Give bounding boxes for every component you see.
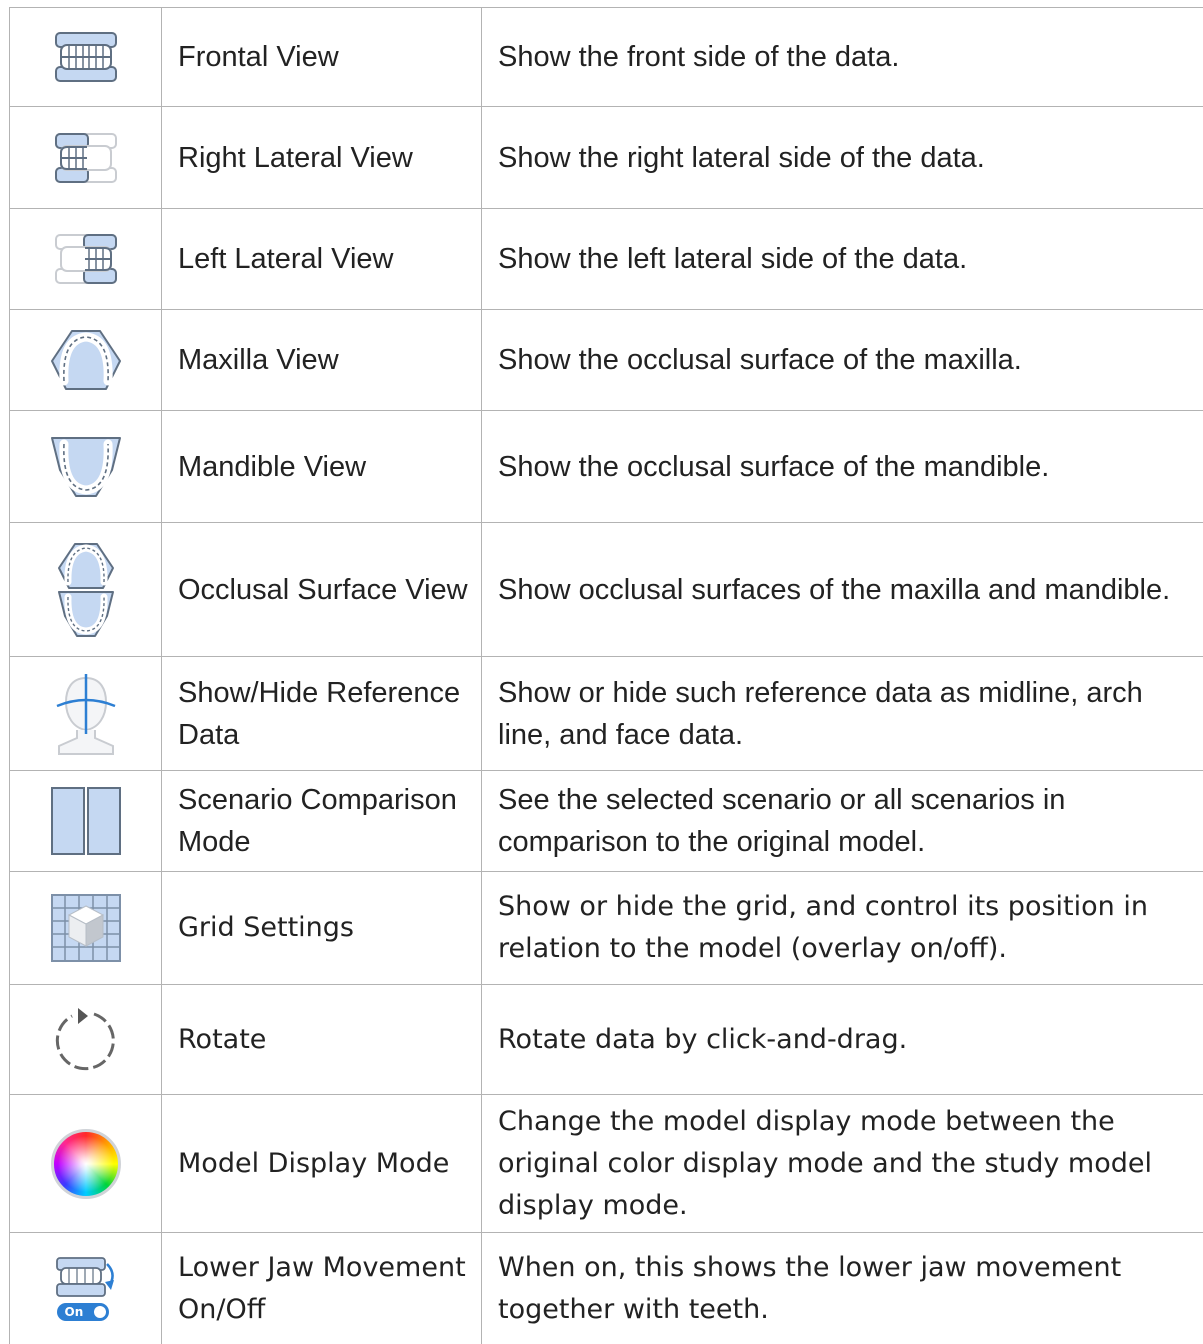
tool-description: Show the right lateral side of the data. <box>498 141 985 174</box>
color-wheel-icon <box>50 1128 121 1199</box>
tool-name: Frontal View <box>178 41 339 73</box>
toggle-label: On <box>64 1304 84 1319</box>
table-row: Mandible View Show the occlusal surface … <box>9 411 1203 523</box>
scenario-comparison-icon <box>50 787 121 855</box>
tool-name: Rotate <box>178 1023 267 1055</box>
tool-description: Show the occlusal surface of the mandibl… <box>498 450 1050 483</box>
tool-name: Left Lateral View <box>178 243 394 275</box>
tool-description: Rotate data by click-and-drag. <box>498 1023 908 1055</box>
frontal-view-icon <box>54 32 117 82</box>
tool-name: Model Display Mode <box>178 1147 450 1179</box>
reference-data-icon <box>56 673 115 755</box>
tool-name: Lower Jaw Movement On/Off <box>178 1251 466 1325</box>
tool-name: Grid Settings <box>178 912 354 943</box>
tool-description: Show the front side of the data. <box>498 41 900 73</box>
table-row: On Lower Jaw Movement On/Off When on, th… <box>9 1233 1203 1344</box>
tool-description: Change the model display mode between th… <box>498 1105 1152 1221</box>
tool-name: Scenario Comparison Mode <box>178 784 457 858</box>
table-row: Rotate Rotate data by click-and-drag. <box>9 985 1203 1095</box>
tool-description: See the selected scenario or all scenari… <box>498 784 1066 858</box>
tool-name: Right Lateral View <box>178 141 413 174</box>
table-row: Grid Settings Show or hide the grid, and… <box>9 872 1203 985</box>
tool-name: Mandible View <box>178 450 367 483</box>
left-lateral-view-icon <box>54 234 117 284</box>
tool-description: Show or hide such reference data as midl… <box>498 676 1143 751</box>
table-row: Show/Hide Reference Data Show or hide su… <box>9 657 1203 771</box>
tool-description: Show the left lateral side of the data. <box>498 243 968 275</box>
table-row: Scenario Comparison Mode See the selecte… <box>9 771 1203 872</box>
table-row: Right Lateral View Show the right latera… <box>9 107 1203 209</box>
table-row: Frontal View Show the front side of the … <box>9 8 1203 107</box>
tool-name: Show/Hide Reference Data <box>178 676 461 751</box>
grid-settings-icon <box>50 894 121 962</box>
mandible-view-icon <box>50 436 121 497</box>
table-row: Maxilla View Show the occlusal surface o… <box>9 310 1203 411</box>
jaw-icon <box>55 1256 114 1297</box>
table-row: Model Display Mode Change the model disp… <box>9 1095 1203 1233</box>
tool-description: Show the occlusal surface of the maxilla… <box>498 344 1022 376</box>
rotate-icon <box>55 1007 115 1070</box>
toggle-knob <box>93 1305 106 1318</box>
occlusal-surface-view-icon <box>57 542 114 637</box>
maxilla-view-icon <box>50 330 121 390</box>
table-row: Occlusal Surface View Show occlusal surf… <box>9 523 1203 657</box>
table-row: Left Lateral View Show the left lateral … <box>9 209 1203 310</box>
lower-jaw-movement-icon: On <box>53 1256 119 1322</box>
jaw-movement-toggle[interactable]: On <box>56 1302 109 1321</box>
tool-name: Occlusal Surface View <box>178 573 468 606</box>
tool-description: Show or hide the grid, and control its p… <box>498 891 1148 964</box>
tool-name: Maxilla View <box>178 344 339 376</box>
tool-description: When on, this shows the lower jaw moveme… <box>498 1251 1122 1325</box>
tool-description: Show occlusal surfaces of the maxilla an… <box>498 573 1171 606</box>
toolbar-reference-table: Frontal View Show the front side of the … <box>9 7 1203 1344</box>
right-lateral-view-icon <box>54 132 117 183</box>
